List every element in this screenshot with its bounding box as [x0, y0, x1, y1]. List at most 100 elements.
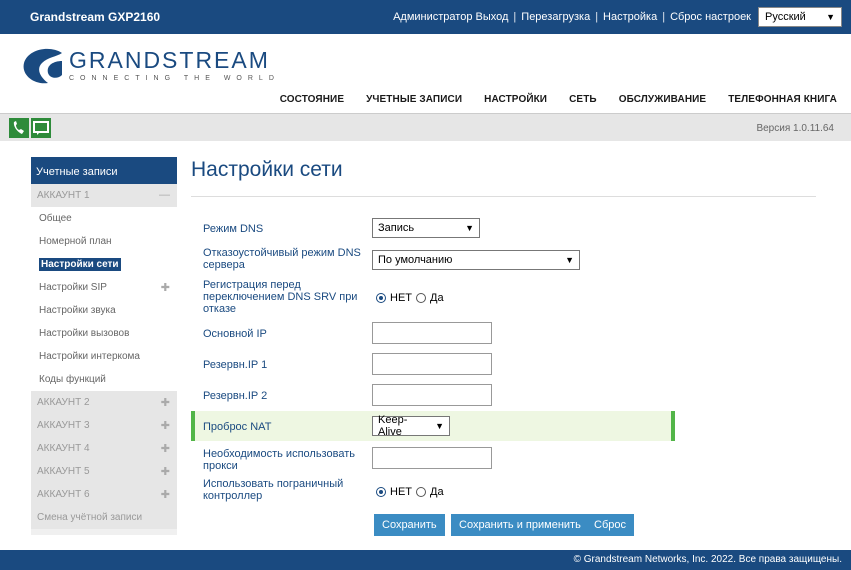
expand-icon[interactable]: ✚ [161, 419, 170, 432]
dns-mode-value: Запись [378, 222, 415, 234]
backup-ip-2-label: Резервн.IP 2 [203, 390, 268, 402]
separator: | [662, 11, 666, 23]
use-sbc-label: Использовать пограничный контроллер [203, 478, 344, 502]
save-apply-button[interactable]: Сохранить и применить [451, 514, 589, 536]
sidebar-item-audio-settings[interactable]: Настройки звука [31, 299, 177, 322]
radio-yes[interactable] [416, 487, 426, 497]
sidebar-item-label: АККАУНТ 2 [37, 397, 90, 408]
sidebar-item-account-1[interactable]: АККАУНТ 1 — [31, 184, 177, 207]
proxy-required-input[interactable] [372, 447, 492, 469]
sidebar-item-label: Настройки сети [39, 258, 121, 271]
expand-icon[interactable]: ✚ [161, 396, 170, 409]
chevron-down-icon: ▼ [826, 12, 835, 22]
sidebar-item-intercom-settings[interactable]: Настройки интеркома [31, 345, 177, 368]
separator: | [513, 11, 517, 23]
divider [191, 196, 816, 197]
sidebar-item-label: АККАУНТ 1 [37, 190, 90, 201]
provision-link[interactable]: Настройка [603, 11, 657, 23]
sidebar-item-label: Настройки вызовов [39, 328, 130, 339]
chevron-down-icon: ▼ [565, 255, 574, 265]
primary-ip-label: Основной IP [203, 328, 267, 340]
sidebar-item-dial-plan[interactable]: Номерной план [31, 230, 177, 253]
sidebar-item-label: АККАУНТ 5 [37, 466, 90, 477]
register-before-failover-radios: НЕТ Да [376, 292, 448, 304]
reboot-link[interactable]: Перезагрузка [521, 11, 590, 23]
expand-icon[interactable]: ✚ [161, 442, 170, 455]
collapse-icon[interactable]: — [159, 189, 170, 201]
logo-mark-icon [23, 48, 62, 84]
sidebar-item-sip-settings[interactable]: Настройки SIP ✚ [31, 276, 177, 299]
expand-icon[interactable]: ✚ [161, 465, 170, 478]
radio-yes-label[interactable]: Да [430, 292, 444, 304]
proxy-required-label: Необходимость использовать прокси [203, 448, 355, 472]
dns-failover-label: Отказоустойчивый режим DNS сервера [203, 247, 361, 271]
sidebar-item-label: АККАУНТ 6 [37, 489, 90, 500]
sidebar-item-general[interactable]: Общее [31, 207, 177, 230]
nat-traversal-select[interactable]: Keep-Alive ▼ [372, 414, 450, 438]
chevron-down-icon: ▼ [465, 223, 474, 233]
sidebar-item-feature-codes[interactable]: Коды функций [31, 368, 177, 391]
nav-maintenance[interactable]: ОБСЛУЖИВАНИЕ [619, 94, 707, 105]
save-button[interactable]: Сохранить [374, 514, 445, 536]
sidebar-item-label: Номерной план [39, 236, 112, 247]
top-links: Администратор Выход | Перезагрузка | Нас… [393, 11, 751, 23]
radio-no[interactable] [376, 487, 386, 497]
message-icon[interactable] [31, 118, 51, 138]
dns-failover-select[interactable]: По умолчанию ▼ [372, 250, 580, 270]
sidebar-item-account-3[interactable]: АККАУНТ 3 ✚ [31, 414, 177, 437]
sidebar-item-switch-account[interactable]: Смена учётной записи [31, 506, 177, 529]
chevron-down-icon: ▼ [435, 421, 444, 431]
top-bar: Grandstream GXP2160 Администратор Выход … [0, 0, 851, 34]
factory-reset-link[interactable]: Сброс настроек [670, 11, 751, 23]
language-select[interactable]: Русский ▼ [758, 7, 842, 27]
phone-icon[interactable] [9, 118, 29, 138]
language-value: Русский [765, 11, 806, 23]
radio-yes[interactable] [416, 293, 426, 303]
dns-mode-select[interactable]: Запись ▼ [372, 218, 480, 238]
sidebar-item-label: Настройки интеркома [39, 351, 140, 362]
radio-no-label[interactable]: НЕТ [390, 486, 412, 498]
page-title: Настройки сети [191, 158, 343, 181]
nav-status[interactable]: СОСТОЯНИЕ [280, 94, 344, 105]
sidebar-item-call-settings[interactable]: Настройки вызовов [31, 322, 177, 345]
footer: © Grandstream Networks, Inc. 2022. Все п… [0, 550, 851, 570]
backup-ip-2-input[interactable] [372, 384, 492, 406]
sidebar-item-label: Смена учётной записи [37, 512, 143, 523]
register-before-failover-label: Регистрация перед переключением DNS SRV … [203, 279, 358, 315]
nav-network[interactable]: СЕТЬ [569, 94, 597, 105]
dns-mode-label: Режим DNS [203, 223, 264, 235]
radio-no[interactable] [376, 293, 386, 303]
sidebar-item-label: Настройки SIP [39, 282, 107, 293]
nat-traversal-value: Keep-Alive [378, 414, 408, 438]
sidebar-item-account-5[interactable]: АККАУНТ 5 ✚ [31, 460, 177, 483]
sidebar-item-label: Коды функций [39, 374, 106, 385]
primary-ip-input[interactable] [372, 322, 492, 344]
logo-tagline: CONNECTING THE WORLD [69, 75, 280, 82]
sidebar-item-label: Настройки звука [39, 305, 116, 316]
logo: GRANDSTREAM CONNECTING THE WORLD [22, 47, 282, 87]
nav-phonebook[interactable]: ТЕЛЕФОННАЯ КНИГА [728, 94, 837, 105]
use-sbc-radios: НЕТ Да [376, 486, 448, 498]
device-model: Grandstream GXP2160 [30, 10, 161, 24]
nav-settings[interactable]: НАСТРОЙКИ [484, 94, 547, 105]
radio-no-label[interactable]: НЕТ [390, 292, 412, 304]
expand-icon[interactable]: ✚ [161, 281, 170, 294]
main-nav: СОСТОЯНИЕ УЧЕТНЫЕ ЗАПИСИ НАСТРОЙКИ СЕТЬ … [258, 94, 837, 105]
sidebar-item-account-2[interactable]: АККАУНТ 2 ✚ [31, 391, 177, 414]
reset-button[interactable]: Сброс [586, 514, 634, 536]
backup-ip-1-input[interactable] [372, 353, 492, 375]
sidebar: Учетные записи АККАУНТ 1 — Общее Номерно… [31, 157, 177, 535]
sidebar-item-account-4[interactable]: АККАУНТ 4 ✚ [31, 437, 177, 460]
sidebar-item-network-settings[interactable]: Настройки сети [31, 253, 177, 276]
sidebar-item-account-6[interactable]: АККАУНТ 6 ✚ [31, 483, 177, 506]
logout-link[interactable]: Администратор Выход [393, 11, 508, 23]
sidebar-item-label: АККАУНТ 4 [37, 443, 90, 454]
nav-accounts[interactable]: УЧЕТНЫЕ ЗАПИСИ [366, 94, 462, 105]
expand-icon[interactable]: ✚ [161, 488, 170, 501]
dns-failover-value: По умолчанию [378, 254, 453, 266]
radio-yes-label[interactable]: Да [430, 486, 444, 498]
sidebar-title: Учетные записи [31, 157, 177, 184]
copyright: © Grandstream Networks, Inc. 2022. Все п… [573, 554, 842, 565]
logo-text: GRANDSTREAM [69, 47, 270, 73]
nat-traversal-label: Проброс NAT [203, 421, 272, 433]
